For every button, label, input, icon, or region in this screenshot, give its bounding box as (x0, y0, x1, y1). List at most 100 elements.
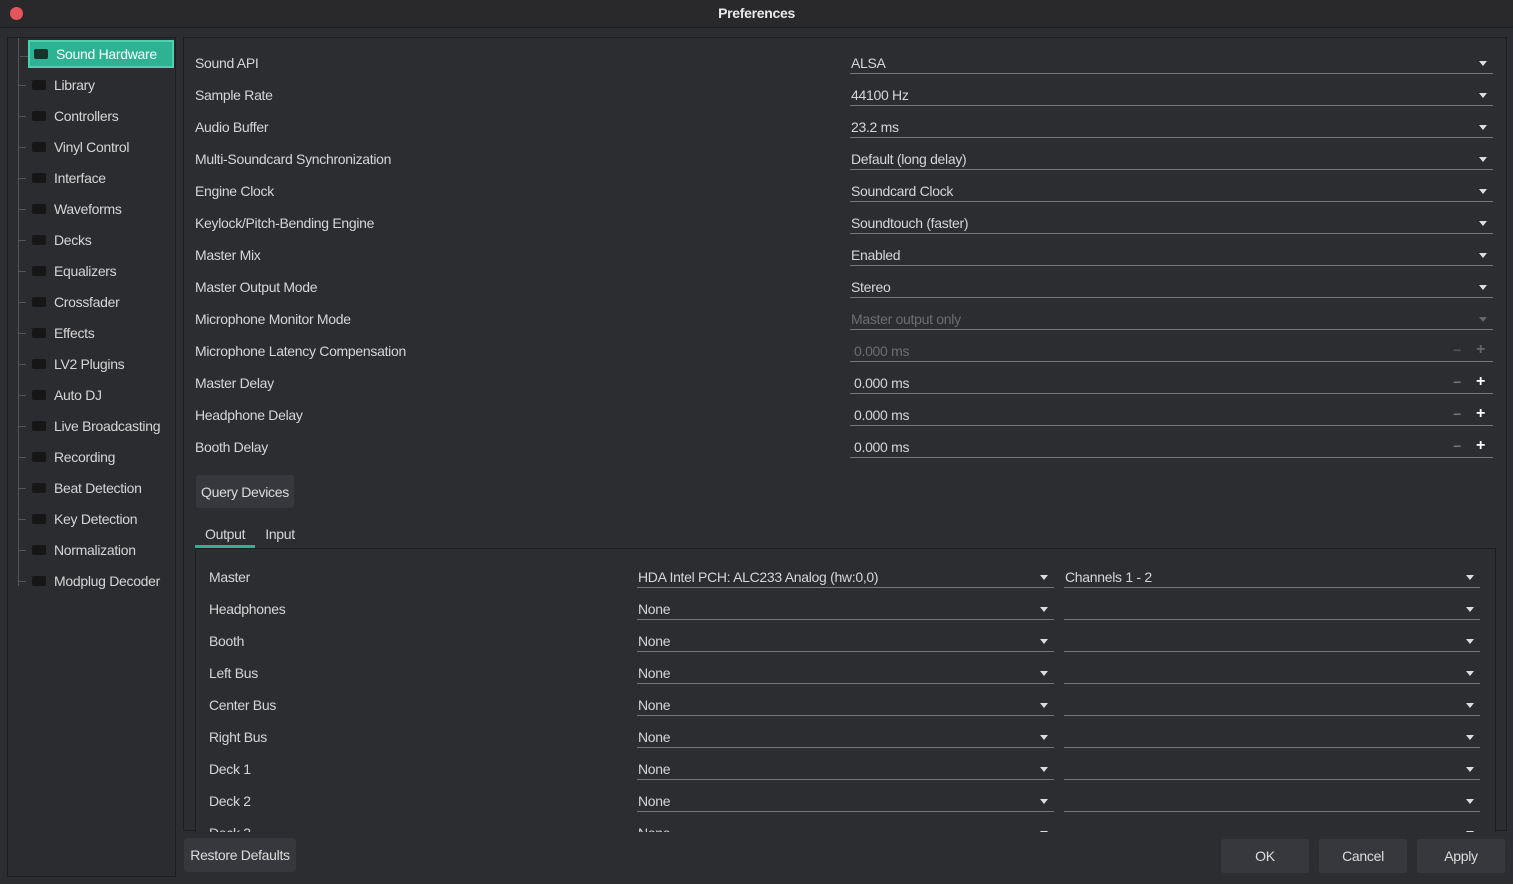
sidebar-item-effects[interactable]: Effects (18, 319, 174, 347)
selected-value: ALSA (851, 55, 886, 71)
output-label: Master (209, 569, 250, 585)
setting-label: Multi-Soundcard Synchronization (195, 151, 392, 167)
sample-rate-dropdown[interactable]: 44100 Hz (850, 80, 1493, 106)
chevron-down-icon (1466, 575, 1474, 580)
ok-button[interactable]: OK (1221, 839, 1309, 873)
sidebar-item-live-broadcasting[interactable]: Live Broadcasting (18, 412, 174, 440)
booth-device-dropdown[interactable]: None (637, 626, 1054, 652)
audio-buffer-dropdown[interactable]: 23.2 ms (850, 112, 1493, 138)
tree-branch (18, 550, 26, 551)
sidebar-item-recording[interactable]: Recording (18, 443, 174, 471)
deck-2-channels-dropdown[interactable] (1064, 786, 1480, 812)
chevron-down-icon (1479, 189, 1487, 194)
headphone-delay-spinbox[interactable]: 0.000 ms − + (850, 400, 1493, 426)
io-tabs: Output Input (195, 522, 305, 548)
master-output-mode-dropdown[interactable]: Stereo (850, 272, 1493, 298)
sidebar-item-normalization[interactable]: Normalization (18, 536, 174, 564)
plus-icon[interactable]: + (1476, 341, 1485, 359)
minus-icon[interactable]: − (1453, 406, 1461, 422)
sidebar-item-sound-hardware[interactable]: Sound Hardware (20, 40, 174, 68)
effects-icon (32, 328, 46, 338)
minus-icon[interactable]: − (1453, 438, 1461, 454)
deck-2-device-dropdown[interactable]: None (637, 786, 1054, 812)
device-value: None (638, 665, 671, 681)
sidebar-item-controllers[interactable]: Controllers (18, 102, 174, 130)
engine-clock-dropdown[interactable]: Soundcard Clock (850, 176, 1493, 202)
sidebar-item-auto-dj[interactable]: Auto DJ (18, 381, 174, 409)
tab-input[interactable]: Input (255, 522, 305, 548)
selected-value: Enabled (851, 247, 901, 263)
tab-output[interactable]: Output (195, 522, 256, 548)
right-bus-channels-dropdown[interactable] (1064, 722, 1480, 748)
microphone-monitor-mode-dropdown[interactable]: Master output only (850, 304, 1493, 330)
master-channels-dropdown[interactable]: Channels 1 - 2 (1064, 562, 1480, 588)
center-bus-channels-dropdown[interactable] (1064, 690, 1480, 716)
sound-api-dropdown[interactable]: ALSA (850, 48, 1493, 74)
booth-channels-dropdown[interactable] (1064, 626, 1480, 652)
setting-row-keylock-pitch-bending-engine: Keylock/Pitch-Bending Engine Soundtouch (… (195, 208, 1495, 238)
equalizer-icon (32, 266, 46, 276)
chevron-down-icon (1466, 831, 1474, 832)
sidebar-item-key-detection[interactable]: Key Detection (18, 505, 174, 533)
sidebar-item-lv2-plugins[interactable]: LV2 Plugins (18, 350, 174, 378)
output-label: Deck 1 (209, 761, 251, 777)
microphone-latency-compensation-spinbox[interactable]: 0.000 ms − + (850, 336, 1493, 362)
deck-1-device-dropdown[interactable]: None (637, 754, 1054, 780)
chevron-down-icon (1040, 639, 1048, 644)
tree-branch (18, 333, 26, 334)
booth-delay-spinbox[interactable]: 0.000 ms − + (850, 432, 1493, 458)
deck-1-channels-dropdown[interactable] (1064, 754, 1480, 780)
sidebar-item-interface[interactable]: Interface (18, 164, 174, 192)
minus-icon[interactable]: − (1453, 374, 1461, 390)
master-mix-dropdown[interactable]: Enabled (850, 240, 1493, 266)
selected-value: Soundtouch (faster) (851, 215, 969, 231)
output-row-booth: Booth None (209, 626, 1489, 656)
chevron-down-icon (1479, 125, 1487, 130)
apply-button[interactable]: Apply (1417, 839, 1505, 873)
chevron-down-icon (1479, 221, 1487, 226)
spin-value: 0.000 ms (854, 439, 910, 455)
title-bar: Preferences (0, 0, 1513, 28)
plus-icon[interactable]: + (1476, 437, 1485, 455)
tree-branch (18, 519, 26, 520)
headphones-device-dropdown[interactable]: None (637, 594, 1054, 620)
sidebar-item-modplug-decoder[interactable]: Modplug Decoder (18, 567, 174, 595)
minus-icon[interactable]: − (1453, 342, 1461, 358)
cancel-button[interactable]: Cancel (1319, 839, 1407, 873)
multi-soundcard-synchronization-dropdown[interactable]: Default (long delay) (850, 144, 1493, 170)
right-bus-device-dropdown[interactable]: None (637, 722, 1054, 748)
keylock-pitch-bending-engine-dropdown[interactable]: Soundtouch (faster) (850, 208, 1493, 234)
master-delay-spinbox[interactable]: 0.000 ms − + (850, 368, 1493, 394)
sidebar-item-label: Normalization (54, 542, 136, 558)
setting-row-sample-rate: Sample Rate 44100 Hz (195, 80, 1495, 110)
deck-3-channels-dropdown[interactable] (1064, 818, 1480, 832)
chevron-down-icon (1466, 671, 1474, 676)
setting-label: Audio Buffer (195, 119, 269, 135)
plus-icon[interactable]: + (1476, 405, 1485, 423)
sidebar-item-waveforms[interactable]: Waveforms (18, 195, 174, 223)
sidebar-item-library[interactable]: Library (18, 71, 174, 99)
sound-hardware-panel: Sound API ALSA Sample Rate 44100 Hz Audio Bu… (183, 37, 1507, 832)
sidebar-item-equalizers[interactable]: Equalizers (18, 257, 174, 285)
setting-row-microphone-monitor-mode: Microphone Monitor Mode Master output onl… (195, 304, 1495, 334)
sidebar-item-crossfader[interactable]: Crossfader (18, 288, 174, 316)
restore-defaults-button[interactable]: Restore Defaults (184, 838, 296, 872)
spin-value: 0.000 ms (854, 343, 910, 359)
deck-3-device-dropdown[interactable]: None (637, 818, 1054, 832)
chevron-down-icon (1479, 61, 1487, 66)
plus-icon[interactable]: + (1476, 373, 1485, 391)
left-bus-device-dropdown[interactable]: None (637, 658, 1054, 684)
left-bus-channels-dropdown[interactable] (1064, 658, 1480, 684)
sidebar-item-label: Waveforms (54, 201, 122, 217)
center-bus-device-dropdown[interactable]: None (637, 690, 1054, 716)
sidebar-item-decks[interactable]: Decks (18, 226, 174, 254)
sidebar-item-beat-detection[interactable]: Beat Detection (18, 474, 174, 502)
recording-icon (32, 452, 46, 462)
headphones-channels-dropdown[interactable] (1064, 594, 1480, 620)
master-device-dropdown[interactable]: HDA Intel PCH: ALC233 Analog (hw:0,0) (637, 562, 1054, 588)
sidebar-item-vinyl-control[interactable]: Vinyl Control (18, 133, 174, 161)
preferences-sidebar: Sound Hardware Library Controllers Vinyl Co… (7, 37, 176, 877)
modplug-icon (32, 576, 46, 586)
chevron-down-icon (1040, 607, 1048, 612)
query-devices-button[interactable]: Query Devices (196, 475, 294, 508)
